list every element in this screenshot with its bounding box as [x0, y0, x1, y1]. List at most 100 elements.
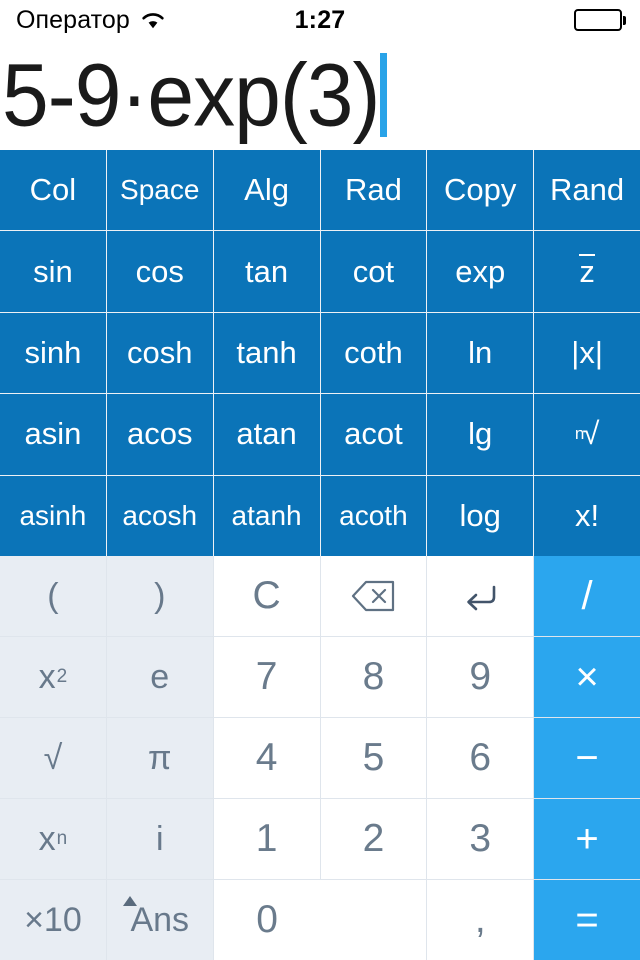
key-lg[interactable]: lg: [427, 394, 534, 475]
key-label: x!: [575, 497, 600, 533]
carrier-label: Оператор: [16, 5, 130, 34]
key-label: asinh: [19, 499, 87, 531]
key-label: ×: [575, 654, 599, 699]
key-label: atan: [236, 416, 297, 452]
key-ln[interactable]: ln: [427, 312, 534, 394]
key-asin[interactable]: asin: [0, 394, 106, 475]
key-multiply[interactable]: ×: [534, 637, 640, 717]
backspace-icon: [351, 580, 395, 612]
key-cosh[interactable]: cosh: [106, 312, 213, 394]
key-label: asin: [24, 416, 82, 452]
status-bar-left: Оператор: [0, 6, 166, 35]
key-label: |x|: [571, 334, 603, 370]
key-label: 1: [255, 817, 278, 860]
key-asinh[interactable]: asinh: [0, 475, 106, 556]
key-open-paren[interactable]: (: [0, 556, 106, 636]
key-euler[interactable]: e: [106, 637, 213, 717]
key-copy[interactable]: Copy: [427, 150, 534, 231]
key-coth[interactable]: coth: [320, 312, 427, 394]
key-col[interactable]: Col: [0, 150, 106, 231]
key-7[interactable]: 7: [213, 637, 320, 717]
key-sqrt[interactable]: √: [0, 718, 106, 798]
key-label: √: [43, 738, 63, 777]
key-acot[interactable]: acot: [320, 394, 427, 475]
key-label: acos: [127, 416, 193, 452]
key-atanh[interactable]: atanh: [213, 475, 320, 556]
key-subtract[interactable]: −: [534, 718, 640, 798]
key-imaginary[interactable]: i: [106, 799, 213, 879]
key-label: 0: [256, 898, 278, 941]
key-label: Space: [120, 174, 200, 206]
key-cot[interactable]: cot: [320, 231, 427, 312]
key-5[interactable]: 5: [320, 718, 427, 798]
key-factorial[interactable]: x!: [534, 475, 640, 556]
key-enter[interactable]: [427, 556, 534, 636]
key-rand[interactable]: Rand: [534, 150, 640, 231]
key-0[interactable]: 0: [213, 880, 427, 960]
key-times-ten[interactable]: ×10: [0, 880, 106, 960]
key-label: 3: [469, 817, 492, 860]
key-label: ×10: [24, 900, 82, 939]
key-space[interactable]: Space: [106, 150, 213, 231]
return-arrow-icon: [460, 581, 500, 611]
key-square[interactable]: x2: [0, 637, 106, 717]
key-9[interactable]: 9: [427, 637, 534, 717]
key-label: Rad: [344, 172, 402, 208]
key-label: 5: [362, 736, 385, 779]
key-cos[interactable]: cos: [106, 231, 213, 312]
triangle-up-icon: [122, 896, 137, 906]
key-6[interactable]: 6: [427, 718, 534, 798]
key-8[interactable]: 8: [320, 637, 427, 717]
key-label: exp: [455, 253, 506, 289]
key-acos[interactable]: acos: [106, 394, 213, 475]
key-label: z: [579, 254, 595, 290]
key-power[interactable]: xn: [0, 799, 106, 879]
key-label: −: [575, 735, 599, 780]
key-ans[interactable]: Ans: [106, 880, 213, 960]
key-abs[interactable]: |x|: [534, 312, 640, 394]
key-conjugate[interactable]: z: [534, 231, 640, 312]
expression-wrapper: 5-9·exp(3): [0, 50, 388, 140]
key-label: C: [252, 574, 281, 617]
key-label: +: [575, 816, 599, 861]
key-tan[interactable]: tan: [213, 231, 320, 312]
key-label: sin: [33, 253, 73, 289]
calculator-app: Оператор 1:27 5-9·exp(3) Col Space Alg Rad C…: [0, 0, 640, 960]
key-sinh[interactable]: sinh: [0, 312, 106, 394]
key-label: cos: [135, 253, 184, 289]
key-tanh[interactable]: tanh: [213, 312, 320, 394]
key-label: x: [38, 657, 56, 696]
key-label: atanh: [231, 499, 302, 531]
key-log[interactable]: log: [427, 475, 534, 556]
key-rad[interactable]: Rad: [320, 150, 427, 231]
key-equals[interactable]: =: [534, 880, 640, 960]
key-atan[interactable]: atan: [213, 394, 320, 475]
key-acoth[interactable]: acoth: [320, 475, 427, 556]
wifi-icon: [140, 10, 166, 30]
key-backspace[interactable]: [320, 556, 427, 636]
clock-label: 1:27: [294, 5, 346, 34]
key-acosh[interactable]: acosh: [106, 475, 213, 556]
expression-display[interactable]: 5-9·exp(3): [0, 40, 640, 150]
key-label: ln: [468, 334, 493, 370]
key-alg[interactable]: Alg: [213, 150, 320, 231]
key-label: π: [148, 738, 172, 777]
key-comma[interactable]: ,: [427, 880, 534, 960]
key-label: 4: [255, 736, 278, 779]
key-label: lg: [468, 416, 493, 452]
key-close-paren[interactable]: ): [106, 556, 213, 636]
key-4[interactable]: 4: [213, 718, 320, 798]
key-pi[interactable]: π: [106, 718, 213, 798]
key-add[interactable]: +: [534, 799, 640, 879]
key-label: (: [47, 576, 59, 615]
key-label: x: [38, 819, 56, 858]
key-3[interactable]: 3: [427, 799, 534, 879]
key-clear[interactable]: C: [213, 556, 320, 636]
key-divide[interactable]: /: [534, 556, 640, 636]
key-sin[interactable]: sin: [0, 231, 106, 312]
key-label: cosh: [127, 334, 193, 370]
key-nth-root[interactable]: n √: [534, 394, 640, 475]
key-1[interactable]: 1: [213, 799, 320, 879]
key-exp[interactable]: exp: [427, 231, 534, 312]
key-2[interactable]: 2: [320, 799, 427, 879]
